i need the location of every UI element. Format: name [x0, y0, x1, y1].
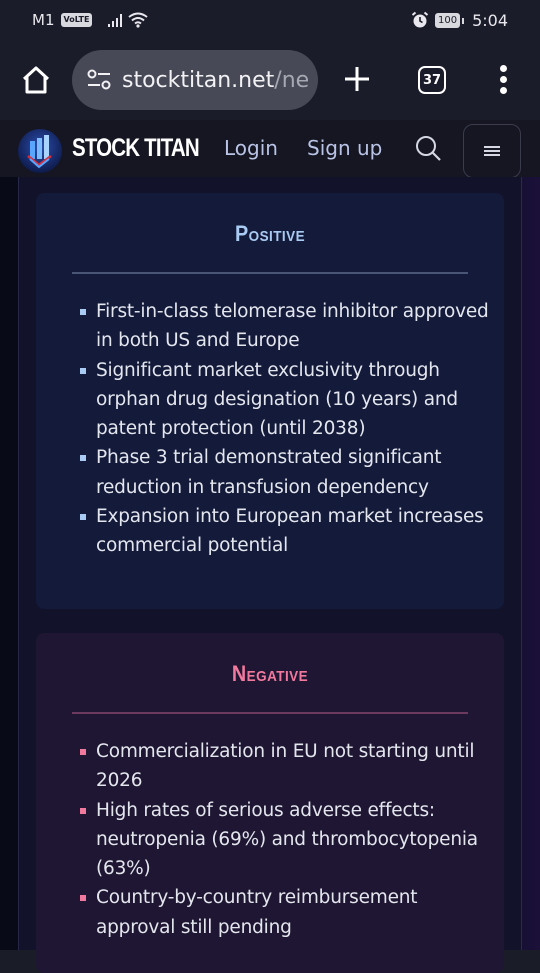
clock: 5:04	[472, 10, 508, 30]
browser-toolbar: stocktitan.net/ne 37	[0, 40, 540, 120]
volte-icon: VoLTE	[60, 13, 93, 27]
negative-divider	[72, 712, 468, 714]
signal-icon	[108, 13, 123, 27]
list-item: High rates of serious adverse effects: n…	[80, 796, 490, 884]
url-path: /ne	[274, 67, 310, 93]
hamburger-menu-button[interactable]	[463, 124, 521, 178]
bullet-square-icon	[80, 455, 86, 462]
tab-switcher-button[interactable]: 37	[418, 66, 446, 94]
negative-title: Negative	[231, 661, 309, 686]
wifi-icon	[128, 12, 149, 28]
stock-titan-logo[interactable]	[17, 128, 63, 174]
bullet-square-icon	[80, 309, 86, 315]
bullet-square-icon	[80, 807, 86, 814]
more-options-icon[interactable]	[497, 65, 509, 95]
positive-list: First-in-class telomerase inhibitor appr…	[80, 297, 490, 561]
hamburger-icon	[484, 144, 500, 158]
address-bar[interactable]: stocktitan.net/ne	[72, 50, 318, 110]
site-settings-icon[interactable]	[86, 69, 112, 91]
home-icon[interactable]	[20, 64, 52, 96]
carrier-label: M1	[32, 11, 55, 29]
list-item: Expansion into European market increases…	[80, 502, 490, 561]
bullet-square-icon	[80, 895, 86, 902]
bullet-square-icon	[80, 367, 86, 374]
positive-title: Positive	[234, 221, 306, 246]
negative-list: Commercialization in EU not starting unt…	[80, 737, 490, 942]
alarm-icon	[411, 11, 429, 28]
brand-name[interactable]: STOCK TITAN	[72, 134, 200, 163]
site-header: STOCK TITAN Login Sign up	[0, 120, 540, 178]
list-item: Commercialization in EU not starting unt…	[80, 737, 490, 796]
bullet-square-icon	[80, 514, 86, 521]
positive-card: Positive First-in-class telomerase inhib…	[36, 193, 504, 609]
battery-icon: 100	[434, 12, 465, 28]
login-link[interactable]: Login	[224, 136, 278, 160]
signup-link[interactable]: Sign up	[307, 136, 382, 160]
list-item: Significant market exclusivity through o…	[80, 356, 490, 444]
status-bar: M1 VoLTE 100 5:04	[0, 0, 540, 40]
list-item: Country-by-country reimbursement approva…	[80, 883, 490, 942]
positive-divider	[72, 272, 468, 274]
search-icon[interactable]	[414, 134, 442, 162]
bullet-square-icon	[80, 749, 86, 755]
new-tab-icon[interactable]	[342, 64, 372, 94]
list-item: First-in-class telomerase inhibitor appr…	[80, 297, 490, 356]
negative-card: Negative Commercialization in EU not sta…	[36, 633, 504, 973]
list-item: Phase 3 trial demonstrated significant r…	[80, 443, 490, 502]
url-host: stocktitan.net	[122, 67, 275, 93]
